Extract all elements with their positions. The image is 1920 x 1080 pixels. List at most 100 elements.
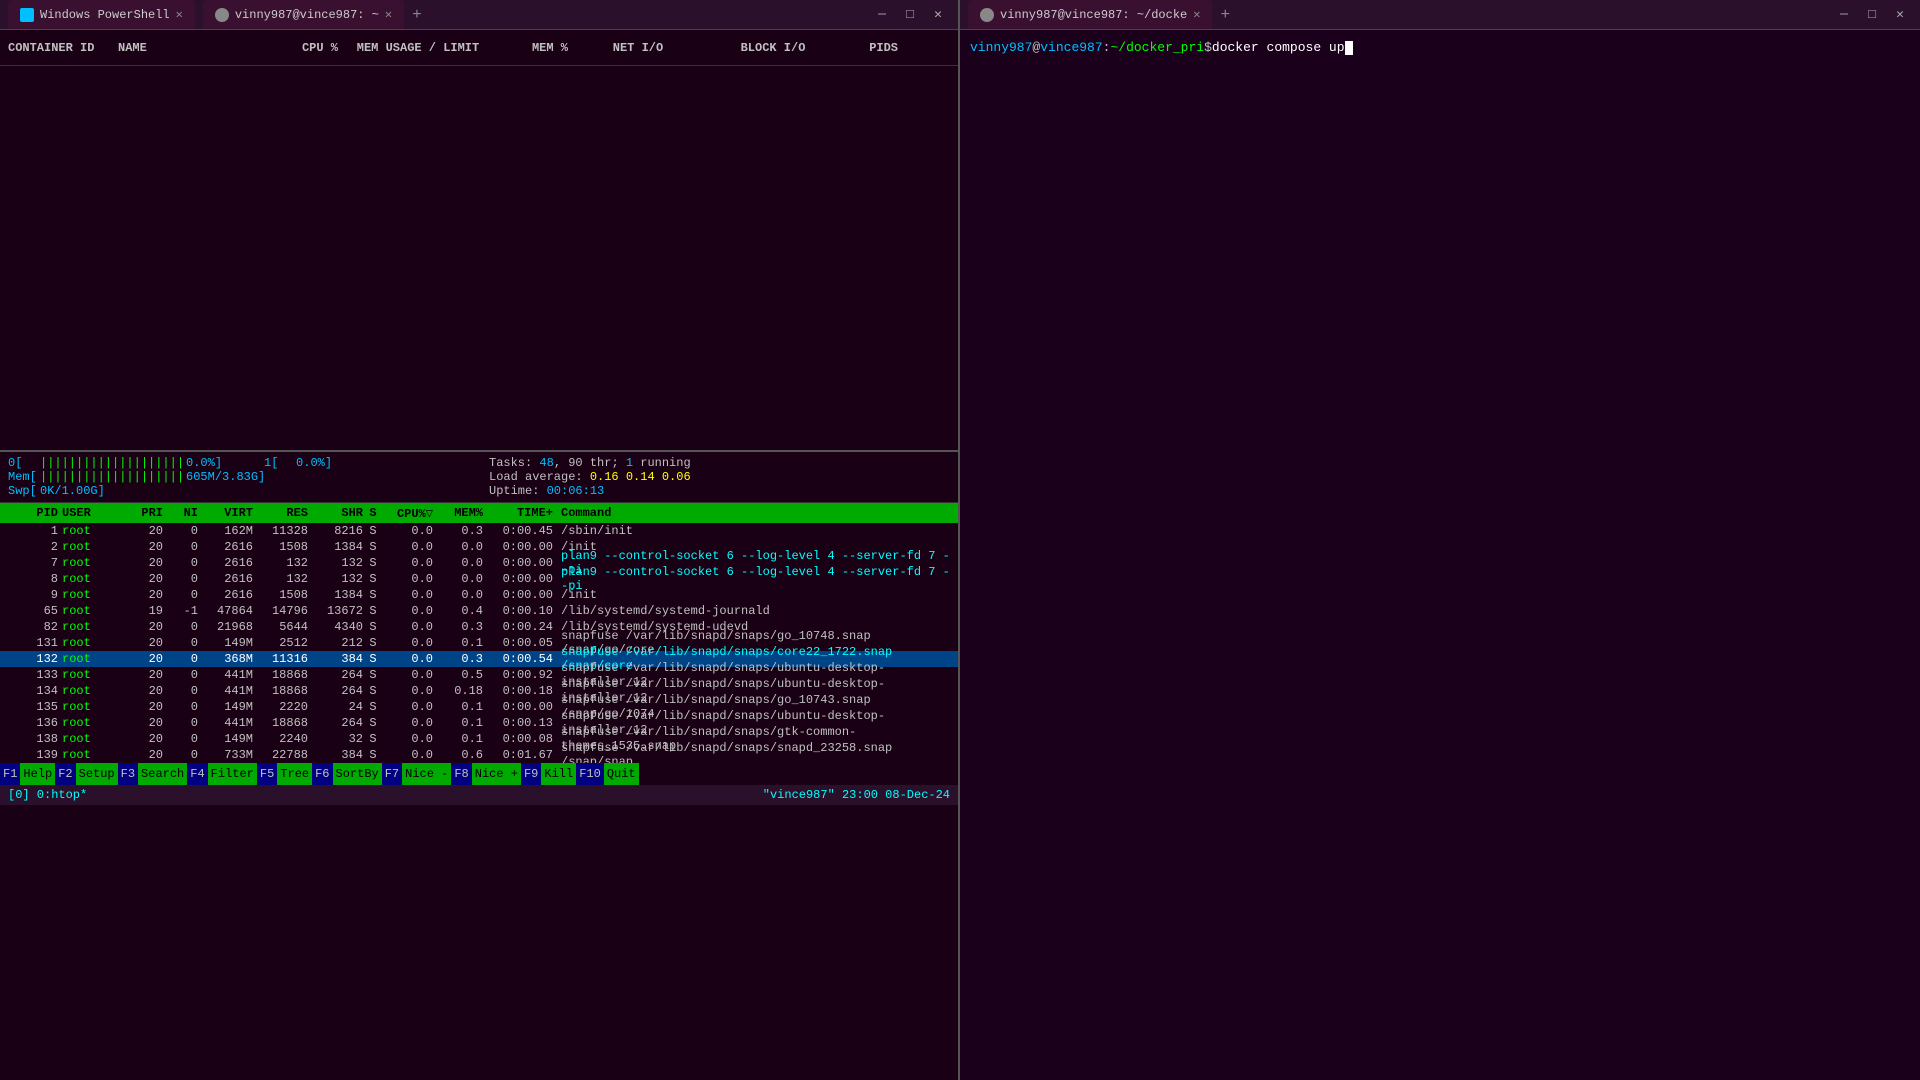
proc-res: 2240 xyxy=(253,732,308,746)
cpu0-meter: 0[ |||||||||||||||||||| 0.0%] 1[ 0.0%] xyxy=(8,456,469,470)
powershell-tab-close[interactable]: ✕ xyxy=(176,7,183,22)
fn-key-item[interactable]: F6 SortBy xyxy=(312,763,382,785)
proc-ni: 0 xyxy=(163,748,198,762)
proc-pid: 136 xyxy=(8,716,58,730)
cpu1-value: 0.0%] xyxy=(296,456,332,470)
fn-key-item[interactable]: F9 Kill xyxy=(521,763,576,785)
proc-mem: 0.3 xyxy=(433,652,483,666)
cpu1-label: 1[ xyxy=(264,456,294,470)
proc-user: root xyxy=(58,540,123,554)
fn-label: Quit xyxy=(604,763,639,785)
proc-ni: 0 xyxy=(163,540,198,554)
fn-label: Setup xyxy=(76,763,118,785)
htop-table-header: PID USER PRI NI VIRT RES SHR S CPU%▽ MEM… xyxy=(0,503,958,523)
proc-cmd: snapfuse /var/lib/snapd/snaps/snapd_2325… xyxy=(553,741,950,763)
cpu0-label: 0[ xyxy=(8,456,38,470)
terminal-cursor xyxy=(1345,41,1353,55)
uptime-line: Uptime: 00:06:13 xyxy=(489,484,950,498)
proc-cpu: 0.0 xyxy=(383,716,433,730)
proc-ni: 0 xyxy=(163,572,198,586)
proc-mem: 0.5 xyxy=(433,668,483,682)
new-tab-button[interactable]: + xyxy=(412,6,422,24)
proc-ni: 0 xyxy=(163,732,198,746)
proc-mem: 0.0 xyxy=(433,588,483,602)
proc-mem: 0.1 xyxy=(433,732,483,746)
proc-mem: 0.18 xyxy=(433,684,483,698)
fn-key-item[interactable]: F1 Help xyxy=(0,763,55,785)
proc-ni: 0 xyxy=(163,684,198,698)
tasks-text: Tasks: xyxy=(489,456,539,470)
proc-pid: 139 xyxy=(8,748,58,762)
fn-key-item[interactable]: F3 Search xyxy=(118,763,188,785)
th-cpu: CPU%▽ xyxy=(383,506,433,521)
th-cmd: Command xyxy=(553,506,950,520)
minimize-button[interactable]: ─ xyxy=(870,3,894,27)
right-terminal-tab[interactable]: vinny987@vince987: ~/docke ✕ xyxy=(968,0,1212,29)
proc-time: 0:00.00 xyxy=(483,556,553,570)
proc-pid: 134 xyxy=(8,684,58,698)
proc-time: 0:00.00 xyxy=(483,540,553,554)
proc-pri: 20 xyxy=(123,588,163,602)
load-sp2 xyxy=(655,470,662,484)
fn-key-item[interactable]: F2 Setup xyxy=(55,763,117,785)
proc-shr: 384 xyxy=(308,652,363,666)
proc-res: 2512 xyxy=(253,636,308,650)
mem-meter: Mem[ |||||||||||||||||||| 605M/3.83G] xyxy=(8,470,469,484)
proc-s: S xyxy=(363,572,383,586)
proc-shr: 132 xyxy=(308,556,363,570)
fn-key-item[interactable]: F7 Nice - xyxy=(382,763,452,785)
proc-ni: 0 xyxy=(163,716,198,730)
status-right: "vince987" 23:00 08-Dec-24 xyxy=(763,788,950,802)
proc-cpu: 0.0 xyxy=(383,668,433,682)
proc-user: root xyxy=(58,716,123,730)
th-mem: MEM% xyxy=(433,506,483,520)
fn-num: F7 xyxy=(382,763,402,785)
fn-num: F3 xyxy=(118,763,138,785)
prompt-cmd: docker compose up xyxy=(1212,38,1345,58)
proc-cpu: 0.0 xyxy=(383,604,433,618)
right-maximize-button[interactable]: □ xyxy=(1860,3,1884,27)
swp-meter: Swp[ 0K/1.00G] xyxy=(8,484,469,498)
proc-time: 0:01.67 xyxy=(483,748,553,762)
load5: 0.14 xyxy=(626,470,655,484)
swp-value: 0K/1.00G] xyxy=(40,484,105,498)
powershell-tab[interactable]: Windows PowerShell ✕ xyxy=(8,0,195,29)
fn-key-item[interactable]: F4 Filter xyxy=(187,763,257,785)
table-row: 8 root 20 0 2616 132 132 S 0.0 0.0 0:00.… xyxy=(0,571,958,587)
terminal-tab[interactable]: vinny987@vince987: ~ ✕ xyxy=(203,0,404,29)
proc-pri: 19 xyxy=(123,604,163,618)
proc-user: root xyxy=(58,732,123,746)
proc-pri: 20 xyxy=(123,732,163,746)
proc-cpu: 0.0 xyxy=(383,700,433,714)
proc-pri: 20 xyxy=(123,524,163,538)
proc-pri: 20 xyxy=(123,700,163,714)
terminal-tab-close[interactable]: ✕ xyxy=(385,7,392,22)
right-close-button[interactable]: ✕ xyxy=(1888,3,1912,27)
fn-key-item[interactable]: F8 Nice + xyxy=(451,763,521,785)
proc-shr: 8216 xyxy=(308,524,363,538)
fn-label: Filter xyxy=(208,763,257,785)
right-pane: vinny987@vince987: ~/docke ✕ + ─ □ ✕ vin… xyxy=(960,0,1920,1080)
proc-mem: 0.0 xyxy=(433,540,483,554)
proc-shr: 132 xyxy=(308,572,363,586)
fn-key-item[interactable]: F10 Quit xyxy=(576,763,638,785)
prompt-dollar: $ xyxy=(1204,38,1212,58)
prompt-user: vinny987 xyxy=(970,38,1032,58)
proc-virt: 441M xyxy=(198,668,253,682)
right-minimize-button[interactable]: ─ xyxy=(1832,3,1856,27)
fn-key-item[interactable]: F5 Tree xyxy=(257,763,312,785)
right-tab-close[interactable]: ✕ xyxy=(1193,7,1200,22)
proc-mem: 0.0 xyxy=(433,556,483,570)
proc-time: 0:00.24 xyxy=(483,620,553,634)
tasks-value: 48 xyxy=(539,456,553,470)
right-new-tab-button[interactable]: + xyxy=(1220,6,1230,24)
proc-cpu: 0.0 xyxy=(383,748,433,762)
maximize-button[interactable]: □ xyxy=(898,3,922,27)
close-button[interactable]: ✕ xyxy=(926,3,950,27)
proc-ni: 0 xyxy=(163,556,198,570)
right-terminal-body[interactable]: vinny987 @ vince987 : ~/docker_pri $ doc… xyxy=(960,30,1920,1080)
proc-pri: 20 xyxy=(123,668,163,682)
proc-res: 18868 xyxy=(253,668,308,682)
proc-pri: 20 xyxy=(123,684,163,698)
proc-pid: 135 xyxy=(8,700,58,714)
